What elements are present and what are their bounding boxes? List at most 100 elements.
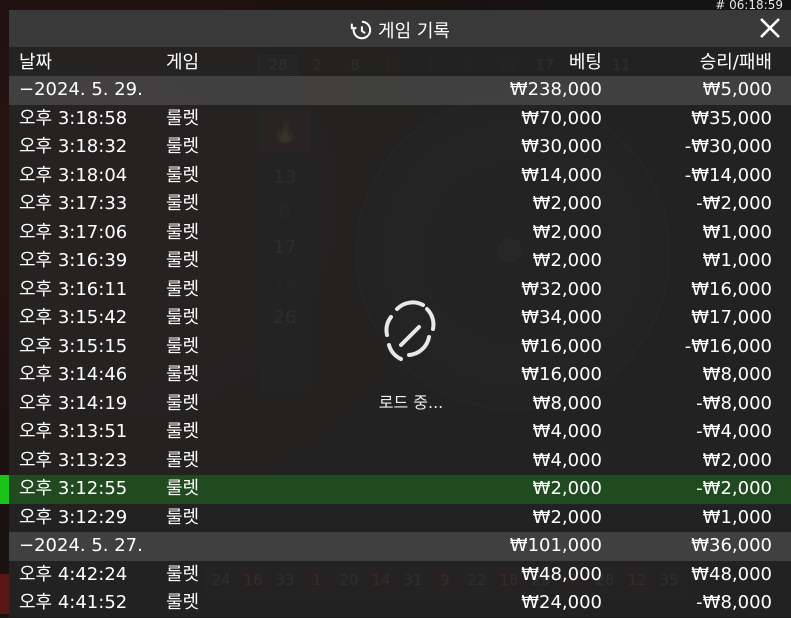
row-bet: ₩32,000	[521, 278, 602, 300]
row-game: 룰렛	[166, 592, 200, 613]
row-bet: ₩2,000	[532, 250, 602, 271]
history-row[interactable]: 오후 3:13:51 룰렛 ₩4,000 -₩4,000	[9, 418, 791, 447]
row-bet: ₩30,000	[521, 136, 602, 157]
row-time: 오후 3:18:58	[19, 107, 128, 129]
row-win-loss: ₩17,000	[691, 307, 772, 328]
row-game: 룰렛	[166, 449, 200, 471]
history-row[interactable]: 오후 3:16:39 룰렛 ₩2,000 ₩1,000	[9, 247, 791, 276]
row-win-loss: -₩2,000	[696, 478, 772, 499]
row-time: 오후 3:16:11	[19, 278, 128, 300]
row-game: 룰렛	[166, 335, 200, 357]
history-row[interactable]: 오후 3:13:23 룰렛 ₩4,000 ₩2,000	[9, 447, 791, 476]
column-header-win-loss: 승리/패배	[699, 52, 772, 73]
panel-title: 게임 기록	[378, 21, 450, 42]
row-bet: ₩8,000	[532, 392, 602, 414]
loading-text: 로드 중...	[378, 393, 444, 412]
row-game: 룰렛	[166, 563, 200, 585]
row-time: 오후 3:18:32	[19, 136, 128, 157]
row-bet: ₩48,000	[521, 563, 602, 585]
row-bet: ₩2,000	[532, 193, 602, 214]
row-game: 룰렛	[166, 221, 200, 243]
row-time: 오후 3:14:19	[19, 392, 128, 414]
row-time: 오후 3:16:39	[19, 250, 128, 271]
row-bet: ₩34,000	[521, 307, 602, 328]
row-win-loss: ₩1,000	[702, 506, 772, 528]
row-time: 오후 3:15:15	[19, 335, 128, 357]
selected-row-marker	[0, 475, 9, 504]
row-game: 룰렛	[166, 164, 200, 186]
row-bet: ₩2,000	[532, 221, 602, 243]
row-time: 오후 4:41:52	[19, 592, 128, 613]
history-icon	[350, 20, 372, 40]
row-time: 오후 3:15:42	[19, 307, 128, 328]
history-row[interactable]: 오후 3:18:32 룰렛 ₩30,000 -₩30,000	[9, 133, 791, 162]
row-game: 룰렛	[166, 478, 200, 499]
row-game: 룰렛	[166, 278, 200, 300]
row-bet: ₩24,000	[521, 592, 602, 613]
loading-spinner-icon	[384, 300, 436, 361]
row-game: 룰렛	[166, 107, 200, 129]
row-win-loss: -₩30,000	[684, 136, 772, 157]
history-row[interactable]: 오후 3:17:06 룰렛 ₩2,000 ₩1,000	[9, 219, 791, 248]
history-row[interactable]: 오후 3:18:04 룰렛 ₩14,000 -₩14,000	[9, 162, 791, 191]
row-win-loss: ₩35,000	[691, 107, 772, 129]
history-row[interactable]: 오후 3:18:58 룰렛 ₩70,000 ₩35,000	[9, 105, 791, 134]
history-row[interactable]: 오후 4:41:52 룰렛 ₩24,000 -₩8,000	[9, 589, 791, 618]
row-time: 오후 3:18:04	[19, 164, 128, 186]
row-game: 룰렛	[166, 392, 200, 414]
date-group-row[interactable]: −2024. 5. 29. ₩238,000 ₩5,000	[9, 76, 791, 105]
row-win-loss: -₩14,000	[684, 164, 772, 186]
row-time: 오후 3:17:06	[19, 221, 128, 243]
column-header-game: 게임	[166, 52, 200, 73]
row-time: 오후 3:13:23	[19, 449, 128, 471]
row-bet: ₩238,000	[509, 79, 602, 100]
row-game: 룰렛	[166, 193, 200, 214]
row-win-loss: ₩8,000	[702, 364, 772, 385]
row-time: 오후 3:13:51	[19, 421, 128, 442]
date-group-row[interactable]: −2024. 5. 27. ₩101,000 ₩36,000	[9, 532, 791, 561]
row-bet: ₩2,000	[532, 478, 602, 499]
row-win-loss: -₩16,000	[684, 335, 772, 357]
row-game: 룰렛	[166, 506, 200, 528]
close-icon[interactable]	[758, 16, 782, 40]
row-game: 룰렛	[166, 421, 200, 442]
row-win-loss: ₩16,000	[691, 278, 772, 300]
row-game: 룰렛	[166, 250, 200, 271]
row-win-loss: ₩1,000	[702, 221, 772, 243]
group-date: −2024. 5. 29.	[19, 79, 143, 100]
row-time: 오후 3:17:33	[19, 193, 128, 214]
row-win-loss: -₩8,000	[696, 392, 772, 414]
row-time: 오후 4:42:24	[19, 563, 128, 585]
row-time: 오후 3:14:46	[19, 364, 128, 385]
row-win-loss: -₩4,000	[696, 421, 772, 442]
row-win-loss: -₩8,000	[696, 592, 772, 613]
row-game: 룰렛	[166, 307, 200, 328]
game-history-panel: 게임 기록 날짜 게임 베팅 승리/패배 −2024. 5. 29. ₩238,0…	[0, 10, 791, 618]
row-win-loss: ₩2,000	[702, 449, 772, 471]
panel-title-wrap: 게임 기록	[9, 17, 791, 43]
row-win-loss: -₩2,000	[696, 193, 772, 214]
row-time: 오후 3:12:55	[19, 478, 128, 499]
history-row[interactable]: 오후 4:42:24 룰렛 ₩48,000 ₩48,000	[9, 561, 791, 590]
row-bet: ₩14,000	[521, 164, 602, 186]
history-row[interactable]: 오후 3:12:55 룰렛 ₩2,000 -₩2,000	[0, 475, 791, 504]
row-bet: ₩16,000	[521, 364, 602, 385]
row-time: 오후 3:12:29	[19, 506, 128, 528]
history-row[interactable]: 오후 3:12:29 룰렛 ₩2,000 ₩1,000	[9, 504, 791, 533]
row-game: 룰렛	[166, 136, 200, 157]
row-bet: ₩4,000	[532, 421, 602, 442]
panel-title-bar: 게임 기록	[9, 10, 791, 47]
row-win-loss: ₩48,000	[691, 563, 772, 585]
row-win-loss: ₩5,000	[702, 79, 772, 100]
row-bet: ₩101,000	[509, 535, 602, 556]
row-bet: ₩16,000	[521, 335, 602, 357]
table-header: 날짜 게임 베팅 승리/패배	[9, 48, 791, 76]
row-bet: ₩70,000	[521, 107, 602, 129]
row-bet: ₩4,000	[532, 449, 602, 471]
column-header-date: 날짜	[19, 52, 53, 73]
row-win-loss: ₩36,000	[691, 535, 772, 556]
history-row[interactable]: 오후 3:17:33 룰렛 ₩2,000 -₩2,000	[9, 190, 791, 219]
row-bet: ₩2,000	[532, 506, 602, 528]
column-header-bet: 베팅	[568, 52, 602, 73]
row-win-loss: ₩1,000	[702, 250, 772, 271]
